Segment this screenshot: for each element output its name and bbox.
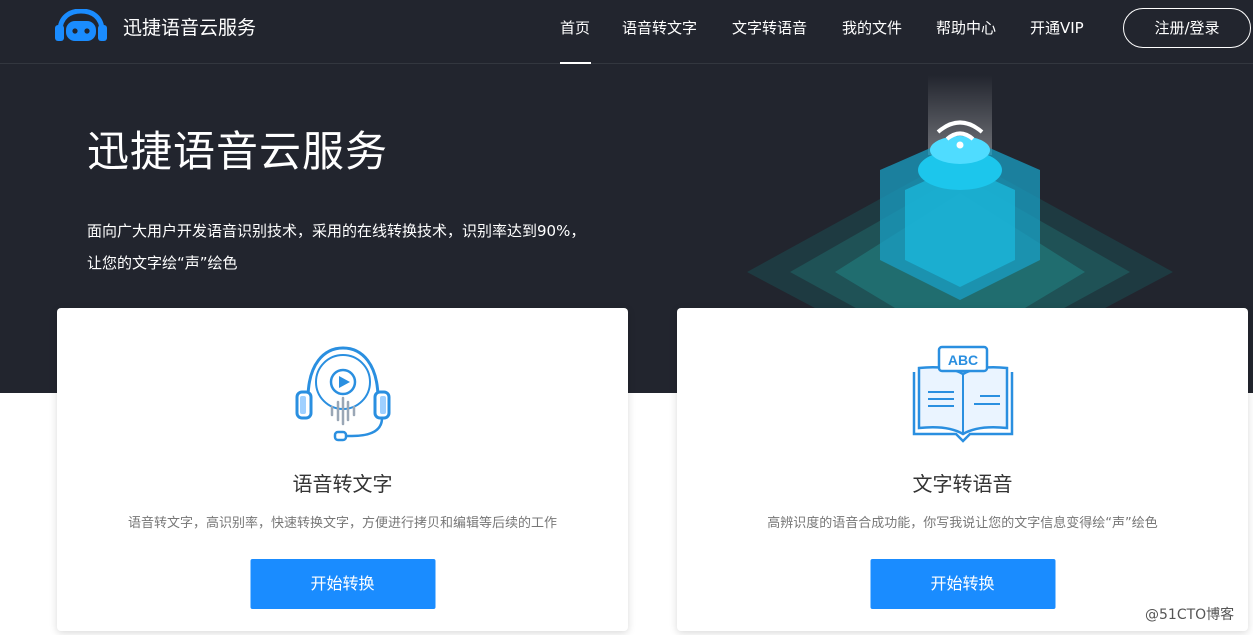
nav-item-vip[interactable]: 开通VIP xyxy=(1030,17,1084,39)
svg-text:ABC: ABC xyxy=(947,352,977,368)
headset-robot-logo-icon[interactable] xyxy=(52,9,110,43)
book-abc-icon: ABC xyxy=(912,345,1013,443)
speech-to-text-card: 语音转文字 语音转文字，高识别率，快速转换文字，方便进行拷贝和编辑等后续的工作 … xyxy=(57,308,628,631)
active-nav-indicator xyxy=(560,62,591,64)
brand-name[interactable]: 迅捷语音云服务 xyxy=(123,15,256,41)
nav-item-help-center[interactable]: 帮助中心 xyxy=(936,17,996,39)
text-to-speech-card: ABC 文字转语音 高辨识度的语音合成功能，你写我说让您的文字信息变得绘“声”绘… xyxy=(677,308,1248,631)
hero-title: 迅捷语音云服务 xyxy=(87,127,389,176)
hero-description: 面向广大用户开发语音识别技术，采用的在线转换技术，识别率达到90%，让您的文字绘… xyxy=(87,222,586,272)
nav-item-text-to-speech[interactable]: 文字转语音 xyxy=(732,17,807,39)
start-conversion-button[interactable]: 开始转换 xyxy=(870,559,1055,609)
card-title: 文字转语音 xyxy=(912,472,1013,496)
start-conversion-button[interactable]: 开始转换 xyxy=(250,559,435,609)
register-login-button[interactable]: 注册/登录 xyxy=(1123,8,1251,48)
nav-item-speech-to-text[interactable]: 语音转文字 xyxy=(622,17,697,39)
nav-item-my-files[interactable]: 我的文件 xyxy=(842,17,902,39)
watermark: @51CTO博客 xyxy=(1145,607,1235,623)
voice-signal-cube-icon xyxy=(747,75,1173,315)
nav-item-home[interactable]: 首页 xyxy=(560,17,590,39)
card-title: 语音转文字 xyxy=(292,472,393,496)
headset-microphone-icon xyxy=(295,346,390,442)
card-description: 语音转文字，高识别率，快速转换文字，方便进行拷贝和编辑等后续的工作 xyxy=(127,516,557,531)
top-navigation-bar: 迅捷语音云服务 首页 语音转文字 文字转语音 我的文件 帮助中心 开通VIP 注… xyxy=(0,0,1253,64)
card-description: 高辨识度的语音合成功能，你写我说让您的文字信息变得绘“声”绘色 xyxy=(767,516,1158,531)
